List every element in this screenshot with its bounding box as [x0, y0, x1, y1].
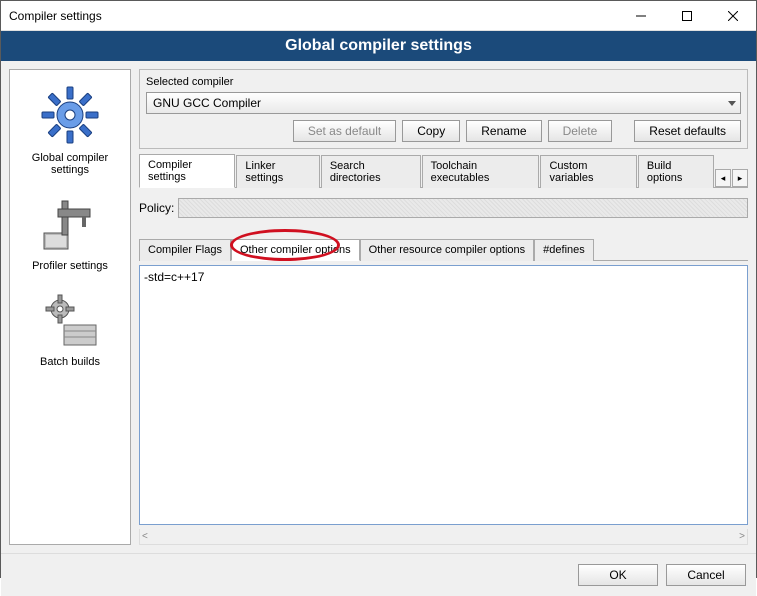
sidebar-item-batch[interactable]: Batch builds — [10, 280, 130, 372]
subtab-other-resource-compiler-options[interactable]: Other resource compiler options — [360, 239, 535, 261]
sidebar-item-label: Batch builds — [40, 356, 100, 368]
compiler-select-value: GNU GCC Compiler — [153, 96, 261, 110]
titlebar-buttons — [618, 1, 756, 30]
main-panel: Selected compiler GNU GCC Compiler Set a… — [139, 69, 748, 545]
tab-build-options[interactable]: Build options — [638, 155, 714, 188]
subtab-other-compiler-options[interactable]: Other compiler options — [231, 239, 360, 261]
minimize-button[interactable] — [618, 1, 664, 31]
batch-icon — [35, 284, 105, 354]
sub-tabstrip: Compiler Flags Other compiler options Ot… — [139, 238, 748, 261]
policy-label: Policy: — [139, 201, 174, 215]
maximize-icon — [682, 11, 692, 21]
profiler-icon — [35, 188, 105, 258]
body: Global compiler settings Profiler settin… — [1, 61, 756, 553]
cancel-button[interactable]: Cancel — [666, 564, 746, 586]
tab-linker-settings[interactable]: Linker settings — [236, 155, 319, 188]
maximize-button[interactable] — [664, 1, 710, 31]
rename-button[interactable]: Rename — [466, 120, 541, 142]
subtab-compiler-flags[interactable]: Compiler Flags — [139, 239, 231, 261]
banner-title: Global compiler settings — [1, 31, 756, 61]
copy-button[interactable]: Copy — [402, 120, 460, 142]
reset-defaults-button[interactable]: Reset defaults — [634, 120, 741, 142]
tab-custom-variables[interactable]: Custom variables — [540, 155, 636, 188]
close-icon — [728, 11, 738, 21]
titlebar: Compiler settings — [1, 1, 756, 31]
scroll-right-icon: > — [739, 531, 745, 542]
window-title: Compiler settings — [9, 9, 618, 23]
tab-nav: ◂ ▸ — [715, 169, 748, 187]
sidebar-item-global-compiler[interactable]: Global compiler settings — [10, 76, 130, 180]
selected-compiler-label: Selected compiler — [146, 76, 741, 88]
delete-button[interactable]: Delete — [548, 120, 613, 142]
ok-button[interactable]: OK — [578, 564, 658, 586]
sidebar-item-profiler[interactable]: Profiler settings — [10, 184, 130, 276]
sidebar: Global compiler settings Profiler settin… — [9, 69, 131, 545]
policy-row: Policy: — [139, 198, 748, 218]
tab-toolchain-executables[interactable]: Toolchain executables — [422, 155, 540, 188]
gear-icon — [35, 80, 105, 150]
tab-compiler-settings[interactable]: Compiler settings — [139, 154, 235, 188]
compiler-options-textarea[interactable] — [139, 265, 748, 525]
tab-nav-right[interactable]: ▸ — [732, 169, 748, 187]
close-button[interactable] — [710, 1, 756, 31]
sidebar-item-label: Global compiler settings — [12, 152, 128, 176]
policy-select[interactable] — [178, 198, 748, 218]
scroll-left-icon: < — [142, 531, 148, 542]
tab-nav-left[interactable]: ◂ — [715, 169, 731, 187]
set-default-button[interactable]: Set as default — [293, 120, 396, 142]
sidebar-item-label: Profiler settings — [32, 260, 108, 272]
selected-compiler-group: Selected compiler GNU GCC Compiler Set a… — [139, 69, 748, 149]
tab-search-directories[interactable]: Search directories — [321, 155, 421, 188]
main-tabstrip: Compiler settings Linker settings Search… — [139, 153, 748, 188]
minimize-icon — [636, 11, 646, 21]
subtab-defines[interactable]: #defines — [534, 239, 594, 261]
chevron-down-icon — [728, 96, 736, 110]
compiler-buttons: Set as default Copy Rename Delete Reset … — [146, 120, 741, 142]
compiler-select[interactable]: GNU GCC Compiler — [146, 92, 741, 114]
window: Compiler settings Global compiler settin… — [0, 0, 757, 578]
footer: OK Cancel — [1, 553, 756, 596]
horizontal-scrollbar[interactable]: < > — [139, 529, 748, 545]
